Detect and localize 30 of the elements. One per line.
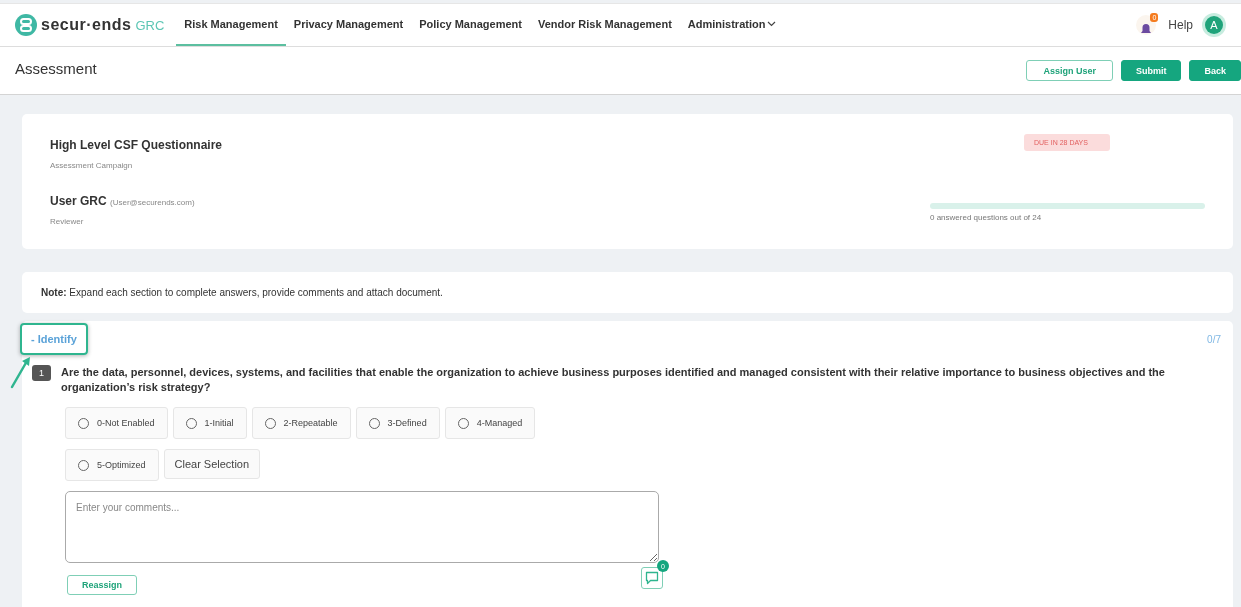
nav-tab[interactable]: Administration	[679, 4, 785, 46]
brand-name: secur·ends	[41, 16, 132, 34]
user-email: (User@securends.com)	[110, 198, 195, 207]
campaign-title: High Level CSF Questionnaire	[50, 138, 223, 152]
pointer-arrow	[10, 355, 32, 389]
clear-selection-button[interactable]: Clear Selection	[163, 449, 261, 479]
user-name: User GRC	[50, 194, 107, 208]
chat-icon	[645, 571, 659, 585]
rating-option[interactable]: 5-Optimized	[65, 449, 159, 481]
brand-suffix: GRC	[135, 17, 165, 33]
user-role: Reviewer	[50, 217, 85, 226]
section-count: 0/7	[1207, 333, 1221, 345]
note-text: Note: Expand each section to complete answers, provide comments and attach document.	[41, 287, 443, 298]
page-title: Assessment	[15, 60, 97, 77]
comment-field[interactable]: Enter your comments...	[65, 491, 659, 563]
rating-option[interactable]: 1-Initial	[172, 407, 247, 439]
nav-tab[interactable]: Vendor Risk Management	[529, 4, 680, 46]
nav-tab[interactable]: Policy Management	[411, 4, 530, 46]
rating-option[interactable]: 3-Defined	[355, 407, 440, 439]
question-number: 1	[32, 365, 51, 381]
rating-option[interactable]: 2-Repeatable	[251, 407, 351, 439]
rating-option[interactable]: 0-Not Enabled	[65, 407, 168, 439]
question-text: Are the data, personnel, devices, systems, and facilities that enable the organization to achieve business purposes identified and managed consistent with their relative importance to business objectives and the organization’s risk strategy?	[61, 365, 1166, 395]
help-link[interactable]: Help	[1168, 18, 1193, 32]
logo-icon	[15, 14, 37, 36]
campaign-label: Assessment Campaign	[50, 161, 134, 170]
rating-option[interactable]: 4-Managed	[444, 407, 536, 439]
nav-tab[interactable]: Privacy Management	[285, 4, 412, 46]
bell-icon	[1140, 23, 1153, 35]
progress-caption: 0 answered questions out of 24	[930, 213, 1043, 222]
